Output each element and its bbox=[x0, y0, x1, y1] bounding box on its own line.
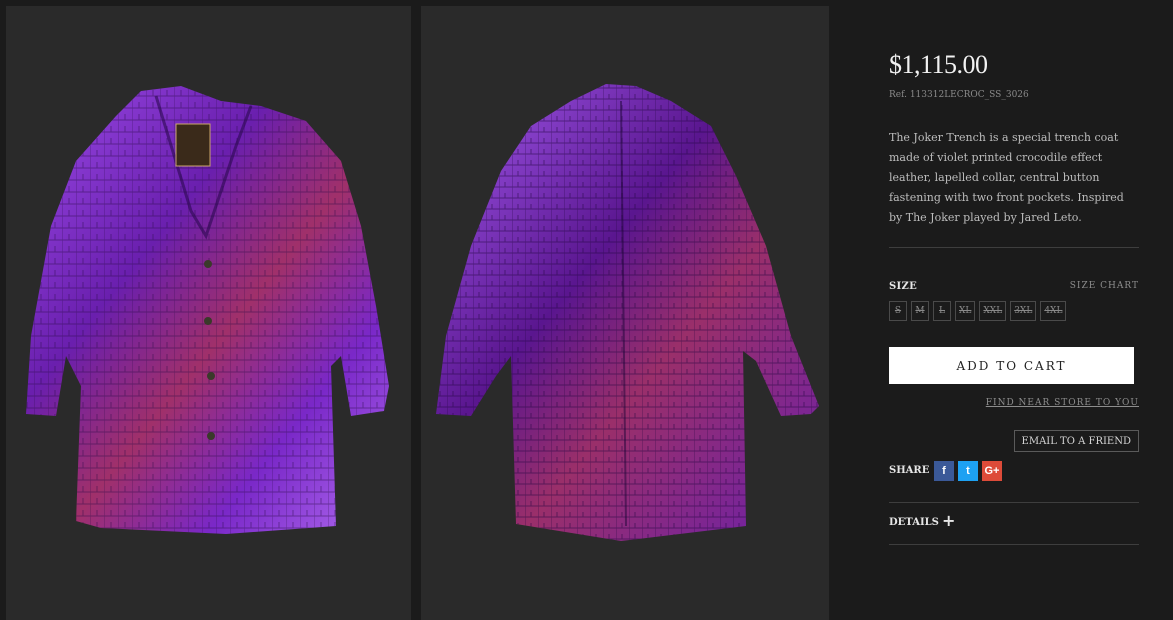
twitter-icon[interactable]: t bbox=[958, 461, 978, 481]
product-price: $1,115.00 bbox=[889, 50, 988, 79]
size-chart-link[interactable]: SIZE CHART bbox=[1070, 281, 1139, 291]
facebook-icon[interactable]: f bbox=[934, 461, 954, 481]
size-option-m[interactable]: M bbox=[911, 301, 929, 321]
size-option-xl[interactable]: XL bbox=[955, 301, 976, 321]
size-option-xxl[interactable]: XXL bbox=[979, 301, 1007, 321]
size-option-4xl[interactable]: 4XL bbox=[1040, 301, 1067, 321]
divider bbox=[889, 544, 1139, 545]
size-options: S M L XL XXL 3XL 4XL bbox=[889, 301, 1070, 321]
add-to-cart-button[interactable]: ADD TO CART bbox=[889, 347, 1134, 384]
email-friend-button[interactable]: EMAIL TO A FRIEND bbox=[1013, 430, 1139, 452]
divider bbox=[889, 247, 1139, 248]
product-image-front[interactable] bbox=[6, 6, 411, 620]
coat-back-image bbox=[436, 84, 819, 541]
size-option-l[interactable]: L bbox=[933, 301, 951, 321]
details-toggle[interactable]: DETAILS bbox=[889, 517, 939, 528]
size-label: SIZE bbox=[889, 281, 918, 292]
share-label: SHARE bbox=[889, 465, 930, 476]
size-option-3xl[interactable]: 3XL bbox=[1010, 301, 1037, 321]
divider bbox=[889, 502, 1139, 503]
google-plus-icon[interactable]: G+ bbox=[982, 461, 1002, 481]
product-image-back[interactable] bbox=[421, 6, 829, 620]
find-store-link[interactable]: FIND NEAR STORE TO YOU bbox=[986, 398, 1139, 408]
product-description: The Joker Trench is a special trench coa… bbox=[889, 131, 1124, 224]
product-reference: Ref. 113312LECROC_SS_3026 bbox=[889, 90, 1029, 100]
share-icons: f t G+ bbox=[934, 461, 1006, 481]
coat-front-image bbox=[26, 86, 389, 534]
size-option-s[interactable]: S bbox=[889, 301, 907, 321]
plus-icon[interactable]: + bbox=[942, 511, 955, 530]
